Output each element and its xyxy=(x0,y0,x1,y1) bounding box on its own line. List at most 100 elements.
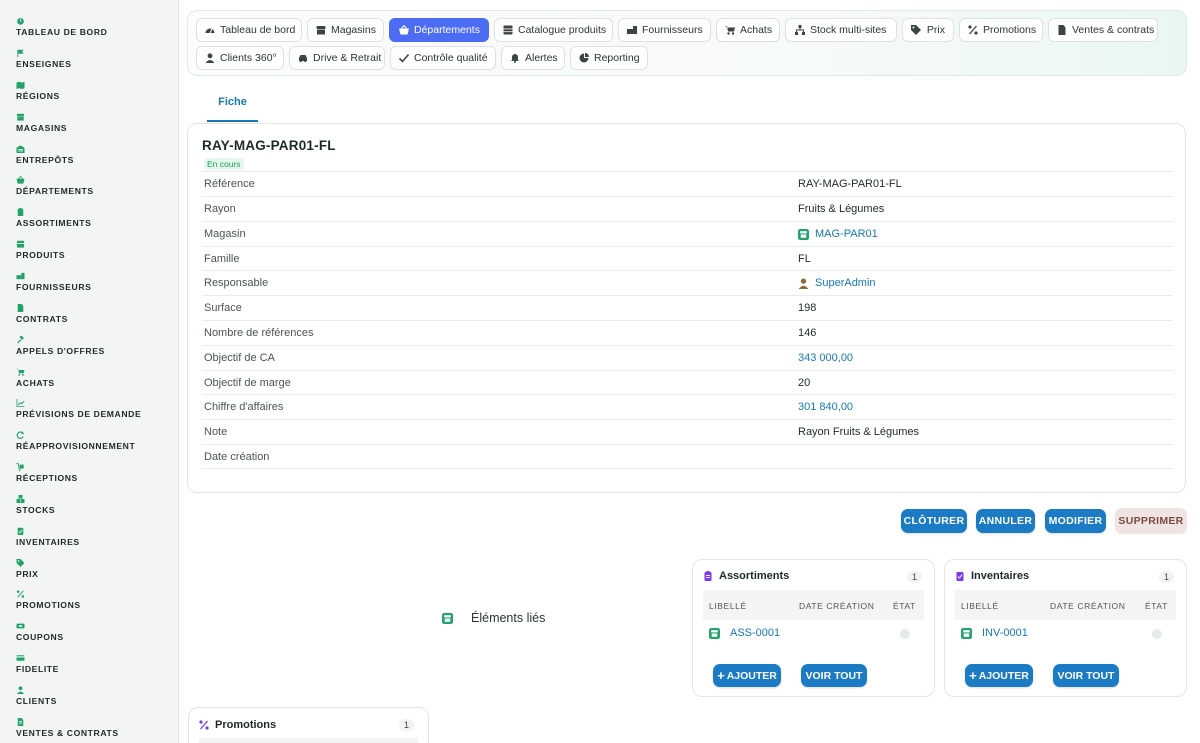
tab-label: Reporting xyxy=(594,52,640,64)
sidebar-item-achats[interactable]: ACHATS xyxy=(16,368,176,388)
field-label: Objectif de marge xyxy=(204,377,291,389)
store-icon xyxy=(316,25,326,36)
responsable-link[interactable]: SuperAdmin xyxy=(798,277,876,289)
sidebar-item-regions[interactable]: RÉGIONS xyxy=(16,81,176,101)
sidebar-item-previsions-de-demande[interactable]: PRÉVISIONS DE DEMANDE xyxy=(16,399,176,419)
sidebar-item-coupons[interactable]: COUPONS xyxy=(16,622,176,642)
plus-icon: + xyxy=(717,668,725,683)
sidebar-item-inventaires[interactable]: INVENTAIRES xyxy=(16,527,176,547)
sidebar-item-label: PRIX xyxy=(16,569,39,579)
annuler-button[interactable]: ANNULER xyxy=(976,509,1035,533)
tab-stock-multi-sites[interactable]: Stock multi-sites xyxy=(785,18,897,42)
tab-magasins[interactable]: Magasins xyxy=(307,18,384,42)
sidebar-item-appels-d-offres[interactable]: APPELS D'OFFRES xyxy=(16,336,176,356)
tab-ventes-contrats[interactable]: Ventes & contrats xyxy=(1048,18,1158,42)
count-badge: 1 xyxy=(398,719,414,731)
tab-departements[interactable]: Départements xyxy=(389,18,489,42)
tab-label: Drive & Retrait xyxy=(313,52,382,64)
supprimer-button[interactable]: SUPPRIMER xyxy=(1115,508,1187,534)
tab-promotions[interactable]: Promotions xyxy=(959,18,1043,42)
sidebar-item-label: RÉGIONS xyxy=(16,91,60,101)
tag-icon xyxy=(911,25,922,36)
modifier-button[interactable]: MODIFIER xyxy=(1045,509,1106,533)
sidebar-item-label: COUPONS xyxy=(16,632,64,642)
box-icon xyxy=(16,240,25,248)
sidebar-item-entrepots[interactable]: ENTREPÔTS xyxy=(16,145,176,165)
responsable-link-text: SuperAdmin xyxy=(815,277,876,289)
state-indicator xyxy=(900,629,910,639)
panel-header: Assortiments xyxy=(703,570,789,582)
tag-icon xyxy=(16,559,25,567)
add-inventaire-button[interactable]: + AJOUTER xyxy=(965,664,1033,687)
module-tabs: Tableau de bord Magasins Départements Ca… xyxy=(187,10,1187,76)
gavel-icon xyxy=(16,336,25,344)
sidebar-item-tableau-de-bord[interactable]: TABLEAU DE BORD xyxy=(16,17,176,37)
chiffre-affaires-value[interactable]: 301 840,00 xyxy=(798,401,853,413)
basket-icon xyxy=(398,25,409,36)
clipboard-icon xyxy=(703,571,713,581)
state-indicator xyxy=(1152,629,1162,639)
sidebar-item-clients[interactable]: CLIENTS xyxy=(16,686,176,706)
view-all-assortiments-button[interactable]: VOIR TOUT xyxy=(801,664,867,687)
cart-icon xyxy=(16,368,25,376)
tab-label: Fournisseurs xyxy=(642,24,703,36)
tab-label: Magasins xyxy=(331,24,376,36)
tab-catalogue-produits[interactable]: Catalogue produits xyxy=(494,18,613,42)
sidebar-item-label: TABLEAU DE BORD xyxy=(16,27,108,37)
sidebar-item-label: CONTRATS xyxy=(16,314,68,324)
tab-label: Contrôle qualité xyxy=(414,52,488,64)
field-value: FL xyxy=(798,253,811,265)
status-badge: En cours xyxy=(204,158,244,170)
table-icon xyxy=(503,25,513,36)
store-icon xyxy=(709,627,720,639)
sidebar-item-label: INVENTAIRES xyxy=(16,537,80,547)
sidebar-item-contrats[interactable]: CONTRATS xyxy=(16,304,176,324)
magasin-link[interactable]: MAG-PAR01 xyxy=(798,228,878,240)
cart-icon xyxy=(725,25,735,36)
flag-icon xyxy=(16,49,25,57)
tab-controle-qualite[interactable]: Contrôle qualité xyxy=(390,46,496,70)
add-assortiment-button[interactable]: + AJOUTER xyxy=(713,664,781,687)
field-label: Chiffre d'affaires xyxy=(204,401,284,413)
sidebar-item-departements[interactable]: DÉPARTEMENTS xyxy=(16,176,176,196)
objectif-ca-value[interactable]: 343 000,00 xyxy=(798,352,853,364)
tab-drive-retrait[interactable]: Drive & Retrait xyxy=(289,46,385,70)
field-label: Nombre de références xyxy=(204,327,314,339)
sidebar-item-label: RÉCEPTIONS xyxy=(16,473,78,483)
cloturer-button[interactable]: CLÔTURER xyxy=(901,509,967,533)
sidebar-item-assortiments[interactable]: ASSORTIMENTS xyxy=(16,208,176,228)
sidebar-item-enseignes[interactable]: ENSEIGNES xyxy=(16,49,176,69)
sidebar-item-produits[interactable]: PRODUITS xyxy=(16,240,176,260)
tab-reporting[interactable]: Reporting xyxy=(570,46,648,70)
table-header xyxy=(199,738,418,743)
sidebar-item-label: MAGASINS xyxy=(16,123,68,133)
sidebar-item-ventes-contrats[interactable]: VENTES & CONTRATS xyxy=(16,718,176,738)
assortiment-link-text: ASS-0001 xyxy=(730,627,781,639)
table-header: LIBELLÉ DATE CRÉATION ÉTAT xyxy=(955,590,1176,620)
sidebar-item-fournisseurs[interactable]: FOURNISSEURS xyxy=(16,272,176,292)
tab-fournisseurs[interactable]: Fournisseurs xyxy=(618,18,711,42)
sidebar-item-receptions[interactable]: RÉCEPTIONS xyxy=(16,463,176,483)
magasin-link-text: MAG-PAR01 xyxy=(815,228,878,240)
field-value: Fruits & Légumes xyxy=(798,203,885,215)
sidebar-item-reapprovisionnement[interactable]: RÉAPPROVISIONNEMENT xyxy=(16,431,176,451)
tab-fiche[interactable]: Fiche xyxy=(207,96,258,122)
sidebar-item-label: PRODUITS xyxy=(16,250,66,260)
sidebar-item-magasins[interactable]: MAGASINS xyxy=(16,113,176,133)
assortiment-link[interactable]: ASS-0001 xyxy=(709,627,780,639)
tab-alertes[interactable]: Alertes xyxy=(501,46,565,70)
button-label: AJOUTER xyxy=(978,669,1029,682)
sidebar-item-stocks[interactable]: STOCKS xyxy=(16,495,176,515)
record-title: RAY-MAG-PAR01-FL xyxy=(202,138,336,153)
tab-clients-360[interactable]: Clients 360° xyxy=(196,46,284,70)
related-items-text: Éléments liés xyxy=(471,611,546,625)
tab-achats[interactable]: Achats xyxy=(716,18,780,42)
sidebar-item-promotions[interactable]: PROMOTIONS xyxy=(16,590,176,610)
view-all-inventaires-button[interactable]: VOIR TOUT xyxy=(1053,664,1119,687)
sidebar-item-prix[interactable]: PRIX xyxy=(16,559,176,579)
tab-tableau-de-bord[interactable]: Tableau de bord xyxy=(196,18,302,42)
sidebar-item-fidelite[interactable]: FIDELITE xyxy=(16,654,176,674)
tab-prix[interactable]: Prix xyxy=(902,18,954,42)
field-row-chiffre-affaires: Chiffre d'affaires 301 840,00 xyxy=(202,394,1173,419)
inventaire-link[interactable]: INV-0001 xyxy=(961,627,1028,639)
